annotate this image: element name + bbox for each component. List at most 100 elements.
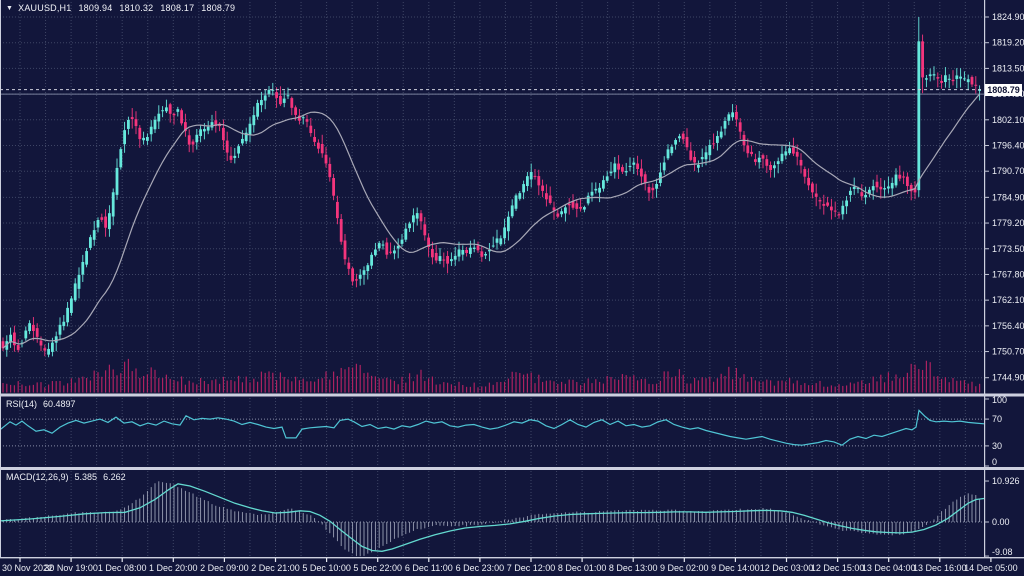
panel-separator[interactable] <box>0 394 1024 397</box>
candle-body <box>363 270 366 275</box>
volume-bar <box>512 372 513 393</box>
candle-body <box>891 183 894 188</box>
volume-bar <box>101 377 102 393</box>
candle-body <box>841 206 844 214</box>
volume-bar <box>196 384 197 392</box>
chart-canvas[interactable]: 1824.901819.201813.501807.801802.101796.… <box>0 0 1024 576</box>
candle-body <box>85 251 88 265</box>
candle-body <box>382 245 385 246</box>
time-axis-label: 2 Dec 09:00 <box>200 563 249 573</box>
volume-bar <box>242 382 243 392</box>
volume-bar <box>500 382 501 393</box>
ohlc-open: 1809.94 <box>78 3 112 13</box>
candle-body <box>150 127 153 135</box>
chart-left-border <box>0 0 1 558</box>
candle-body <box>621 167 624 172</box>
volume-bar <box>599 382 600 393</box>
candle-body <box>959 77 962 79</box>
candle-body <box>549 196 552 203</box>
candle-body <box>142 138 145 140</box>
volume-bar <box>234 381 235 392</box>
volume-bar <box>417 375 418 393</box>
chevron-down-icon[interactable]: ▼ <box>6 5 13 12</box>
candle-body <box>503 227 506 238</box>
volume-bar <box>147 374 148 392</box>
candle-body <box>469 248 472 254</box>
rsi-name: RSI(14) <box>6 399 37 409</box>
volume-bar <box>945 377 946 392</box>
volume-bar <box>291 381 292 392</box>
candle-body <box>773 165 776 168</box>
volume-bar <box>914 365 915 393</box>
ohlc-high: 1810.32 <box>119 3 153 13</box>
volume-bar <box>6 384 7 393</box>
candle-body <box>43 348 46 350</box>
volume-bar <box>614 379 615 392</box>
volume-bar <box>690 383 691 392</box>
candle-body <box>560 211 563 214</box>
volume-bar <box>29 385 30 392</box>
candle-body <box>678 136 681 138</box>
volume-bar <box>303 379 304 393</box>
candle-body <box>321 144 324 153</box>
price-axis-label: 1750.70 <box>992 347 1024 357</box>
candle-body <box>537 176 540 185</box>
candle-body <box>260 100 263 105</box>
volume-bar <box>451 384 452 392</box>
candle-body <box>74 283 77 300</box>
candle-body <box>974 85 977 86</box>
candle-body <box>309 126 312 133</box>
volume-bar <box>892 381 893 393</box>
price-axis-label: 1824.90 <box>992 12 1024 22</box>
candle-body <box>473 248 476 249</box>
candle-body <box>648 187 651 193</box>
candle-body <box>465 250 468 253</box>
volume-bar <box>629 377 630 393</box>
candle-body <box>511 205 514 216</box>
candle-body <box>769 165 772 170</box>
volume-bar <box>553 381 554 392</box>
volume-bar <box>90 380 91 392</box>
volume-bar <box>550 380 551 392</box>
volume-bar <box>56 381 57 392</box>
candle-body <box>359 275 362 279</box>
volume-bar <box>683 375 684 393</box>
volume-bar <box>774 386 775 393</box>
volume-bar <box>713 382 714 393</box>
volume-bar <box>268 371 269 392</box>
candle-body <box>431 249 434 257</box>
volume-bar <box>842 386 843 393</box>
candle-body <box>97 220 100 227</box>
candle-body <box>131 117 134 119</box>
candle-body <box>283 99 286 103</box>
volume-bar <box>363 373 364 392</box>
candle-body <box>872 186 875 190</box>
candle-body <box>955 75 958 79</box>
candle-body <box>758 158 761 163</box>
candle-body <box>936 77 939 78</box>
candle-body <box>765 159 768 166</box>
ohlc-low: 1808.17 <box>160 3 194 13</box>
panel-separator[interactable] <box>0 467 1024 470</box>
candle-body <box>720 132 723 138</box>
candle-body <box>800 160 803 166</box>
volume-bar <box>458 382 459 393</box>
price-axis-label: 1796.40 <box>992 141 1024 151</box>
candle-body <box>963 78 966 79</box>
macd-axis-label: -9.08 <box>992 547 1013 557</box>
candle-body <box>93 230 96 240</box>
volume-bar <box>128 359 129 393</box>
volume-bar <box>265 373 266 393</box>
volume-bar <box>151 367 152 392</box>
volume-bar <box>181 376 182 392</box>
volume-bar <box>971 382 972 393</box>
time-axis-label: 14 Dec 05:00 <box>964 563 1018 573</box>
chart-header: ▼XAUUSD,H11809.941810.321808.171808.79 <box>6 3 235 13</box>
candle-body <box>682 134 685 140</box>
volume-bar <box>964 380 965 392</box>
candle-body <box>420 213 423 221</box>
candle-body <box>47 349 50 355</box>
volume-bar <box>648 384 649 393</box>
candle-body <box>594 189 597 191</box>
volume-bar <box>865 384 866 393</box>
